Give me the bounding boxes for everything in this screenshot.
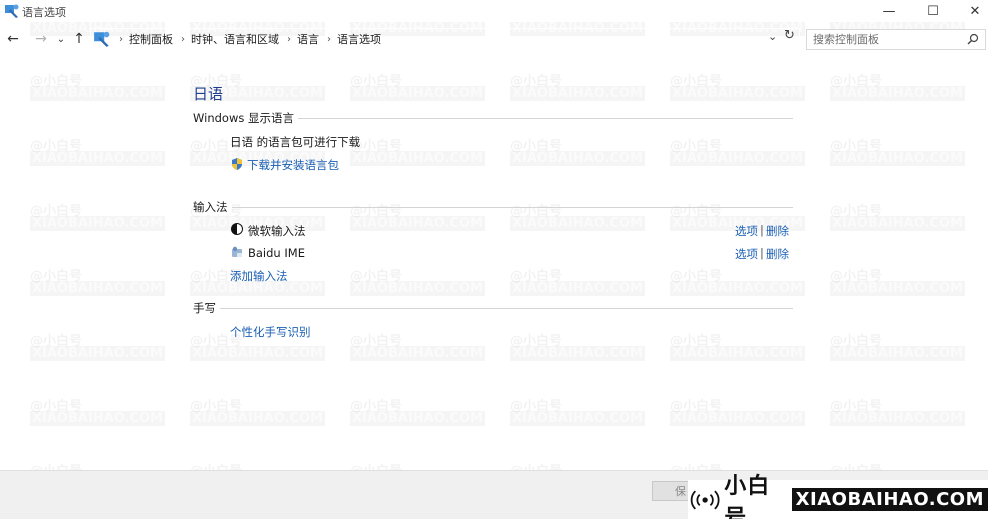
personalize-handwriting-link[interactable]: 个性化手写识别	[230, 324, 311, 340]
baidu-ime-icon	[232, 246, 242, 257]
close-button[interactable]: ✕	[952, 0, 988, 22]
refresh-icon[interactable]: ↻	[784, 28, 795, 43]
maximize-button[interactable]: ☐	[910, 0, 956, 22]
language-pack-status: 日语 的语言包可进行下载	[230, 135, 361, 149]
section-title-handwriting: 手写	[193, 300, 220, 316]
search-icon[interactable]	[967, 33, 979, 45]
forward-arrow-icon[interactable]: →	[32, 29, 50, 49]
link-separator: |	[760, 246, 764, 260]
section-divider	[193, 308, 793, 309]
address-dropdown-icon[interactable]: ⌄	[768, 30, 777, 43]
back-arrow-icon[interactable]: ←	[4, 29, 22, 49]
brand-name-en: XIAOBAIHAO.COM	[791, 488, 988, 511]
search-field[interactable]	[806, 29, 986, 50]
chevron-right-icon[interactable]: ›	[181, 34, 185, 45]
link-separator: |	[760, 223, 764, 237]
main-content: 日语 Windows 显示语言 日语 的语言包可进行下载 下载并安装语言包 输入…	[0, 52, 988, 472]
breadcrumb-clock-language-region[interactable]: 时钟、语言和区域	[191, 31, 279, 47]
chevron-right-icon[interactable]: ›	[287, 34, 291, 45]
window-title: 语言选项	[22, 6, 66, 19]
breadcrumb-control-panel[interactable]: 控制面板	[129, 31, 173, 47]
recent-locations-chevron-icon[interactable]: ⌄	[52, 29, 70, 49]
up-arrow-icon[interactable]: ↑	[70, 29, 88, 49]
ime-name-baidu: Baidu IME	[248, 246, 305, 260]
section-title-display-language: Windows 显示语言	[193, 110, 298, 126]
uac-shield-icon	[232, 158, 242, 170]
brand-name-cn: 小白号	[724, 473, 771, 519]
ime-remove-link-baidu[interactable]: 删除	[766, 246, 789, 262]
add-input-method-link[interactable]: 添加输入法	[230, 268, 288, 284]
control-panel-icon	[94, 31, 110, 47]
ime-options-link-baidu[interactable]: 选项	[735, 246, 758, 262]
breadcrumb[interactable]: › 控制面板 › 时钟、语言和区域 › 语言 › 语言选项	[90, 28, 800, 50]
page-title: 日语	[193, 85, 224, 103]
control-panel-icon	[5, 4, 19, 18]
chevron-right-icon[interactable]: ›	[327, 34, 331, 45]
broadcast-icon	[690, 489, 720, 510]
ime-name-microsoft: 微软输入法	[248, 224, 306, 238]
minimize-button[interactable]: —	[866, 0, 912, 22]
ime-remove-link-microsoft[interactable]: 删除	[766, 223, 789, 239]
microsoft-ime-icon	[231, 223, 243, 235]
chevron-right-icon: ›	[119, 33, 123, 45]
breadcrumb-language[interactable]: 语言	[297, 31, 319, 47]
brand-watermark: 小白号 XIAOBAIHAO.COM	[688, 474, 988, 519]
search-input[interactable]	[807, 30, 957, 49]
section-title-input-methods: 输入法	[193, 199, 232, 215]
download-language-pack-link[interactable]: 下载并安装语言包	[247, 157, 339, 173]
title-bar: 语言选项 — ☐ ✕	[0, 0, 988, 22]
section-divider	[193, 207, 793, 208]
ime-options-link-microsoft[interactable]: 选项	[735, 223, 758, 239]
breadcrumb-language-options[interactable]: 语言选项	[337, 31, 381, 47]
